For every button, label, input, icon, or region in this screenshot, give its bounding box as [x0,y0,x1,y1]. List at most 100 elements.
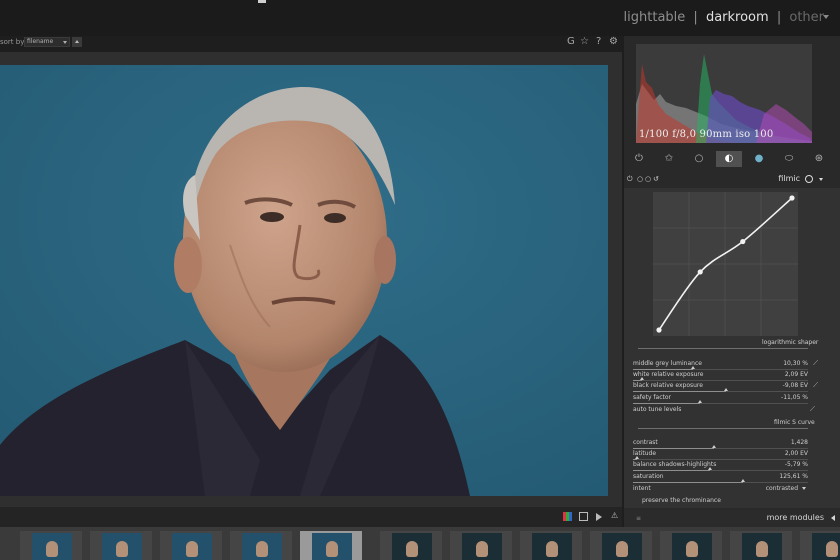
preserve-chrominance-row[interactable]: preserve the chrominance [642,497,721,507]
reset-icon[interactable]: ↺ [653,175,659,183]
thumbnail-image [602,533,642,560]
more-modules-bar[interactable]: ≡ more modules [624,510,840,527]
slider-fill [633,482,744,483]
film-thumbnail[interactable] [90,531,152,560]
softproof-icon[interactable] [579,512,588,521]
histogram[interactable]: 1/100 f/8,0 90mm iso 100 [636,44,812,143]
power-icon[interactable]: ⏻ [627,175,633,184]
film-thumbnail[interactable] [730,531,792,560]
film-thumbnail[interactable] [20,531,82,560]
star-icon[interactable]: ☆ [580,36,589,48]
graph-label: logarithmic shaper [762,339,819,346]
film-thumbnail[interactable] [160,531,222,560]
help-icon[interactable]: ? [596,36,601,48]
film-thumbnail[interactable] [450,531,512,560]
slider-label: safety factor [633,394,671,401]
section-divider [638,348,808,349]
slider-fill [633,459,637,460]
film-thumbnail[interactable] [380,531,442,560]
mask-icon[interactable]: ○ [645,175,651,183]
correct-icon[interactable]: ⬭ [776,151,802,167]
slider-label: black relative exposure [633,382,703,389]
slider-safety-factor[interactable]: safety factor -11,05 % [633,394,818,404]
intent-dropdown[interactable]: intent contrasted [633,485,818,495]
film-thumbnail[interactable] [520,531,582,560]
slider-knob[interactable] [690,366,695,369]
slider-white-exposure[interactable]: white relative exposure 2,09 EV [633,371,818,381]
thumbnail-image [532,533,572,560]
intent-label: intent [633,485,651,492]
grouping-icon[interactable]: G [567,36,575,48]
color-assessment-icon[interactable] [563,512,572,521]
film-thumbnail-selected[interactable] [300,531,362,560]
slider-knob[interactable] [639,377,644,380]
slider-knob[interactable] [741,479,746,482]
color-picker-icon[interactable]: ⟋ [813,359,818,368]
slider-track [633,388,808,392]
thumbnail-image [32,533,72,560]
color-picker-icon[interactable]: ⟋ [810,405,815,414]
power-icon[interactable]: ⏻ [626,151,652,167]
portrait-photo[interactable] [0,65,608,496]
curve-node[interactable] [740,238,746,245]
sort-by-select[interactable]: filename [24,37,70,47]
gear-icon[interactable]: ⚙ [609,36,618,48]
color-icon[interactable]: ● [746,151,772,167]
presets-icon[interactable] [805,175,813,183]
view-other-link[interactable]: other [789,10,824,25]
film-thumbnail[interactable] [230,531,292,560]
star-icon[interactable]: ✩ [656,151,682,167]
slider-knob[interactable] [708,467,712,470]
film-thumbnail[interactable] [660,531,722,560]
curve-node[interactable] [697,269,703,275]
thumbnail-image [172,533,212,560]
thumbnail-image [812,533,840,560]
slider-track [633,445,808,449]
slider-value: 10,30 % [783,360,808,367]
chevron-down-icon [63,41,67,44]
slider-saturation[interactable]: saturation 125,61 % [633,473,818,483]
curve-node[interactable] [656,327,662,333]
play-icon[interactable] [596,513,602,521]
view-lighttable-link[interactable]: lighttable [624,10,686,25]
slider-track [633,467,808,471]
view-switcher: lighttable | darkroom | other [624,10,824,25]
chevron-down-icon[interactable] [823,15,829,19]
curve-node[interactable] [789,195,795,201]
half-circle-icon[interactable]: ◐ [716,151,742,167]
slider-contrast[interactable]: contrast 1,428 [633,439,818,449]
view-darkroom-link[interactable]: darkroom [706,10,769,25]
sort-direction-button[interactable] [72,37,82,47]
slider-black-exposure[interactable]: black relative exposure -9,08 EV ⟋ [633,381,818,392]
film-thumbnail[interactable] [800,531,840,560]
effects-icon[interactable]: ⊛ [806,151,832,167]
film-thumbnail[interactable] [590,531,652,560]
instance-icon[interactable]: ○ [637,175,643,183]
drag-handle-icon[interactable]: ≡ [636,515,641,522]
slider-middle-grey[interactable]: middle grey luminance 10,30 % ⟋ [633,359,818,370]
center-view [0,52,622,507]
slider-value: 125,61 % [779,473,808,480]
thumbnail-image [742,533,782,560]
right-panel: 1/100 f/8,0 90mm iso 100 ⏻ ✩ ○ ◐ ● ⬭ ⊛ ⏻… [624,36,840,527]
warning-icon[interactable]: ⚠ [611,511,620,520]
slider-knob[interactable] [634,456,639,459]
slider-fill [633,380,642,381]
slider-fill [633,369,693,370]
slider-value: -11,05 % [781,394,808,401]
slider-knob[interactable] [711,445,716,448]
slider-fill [633,403,700,404]
auto-tune-button[interactable]: auto tune levels [633,406,681,413]
chevron-down-icon[interactable] [819,178,823,181]
circle-icon[interactable]: ○ [686,151,712,167]
slider-value: 2,00 EV [784,450,808,457]
chevron-left-icon [831,515,835,521]
slider-balance[interactable]: balance shadows-highlights -5,79 % [633,461,818,471]
filmic-curve-graph[interactable] [653,192,798,336]
color-picker-icon[interactable]: ⟋ [813,381,818,390]
slider-knob[interactable] [697,400,702,403]
thumbnail-image [672,533,712,560]
more-modules-label: more modules [766,513,824,522]
slider-knob[interactable] [723,388,728,391]
slider-latitude[interactable]: latitude 2,00 EV [633,450,818,460]
